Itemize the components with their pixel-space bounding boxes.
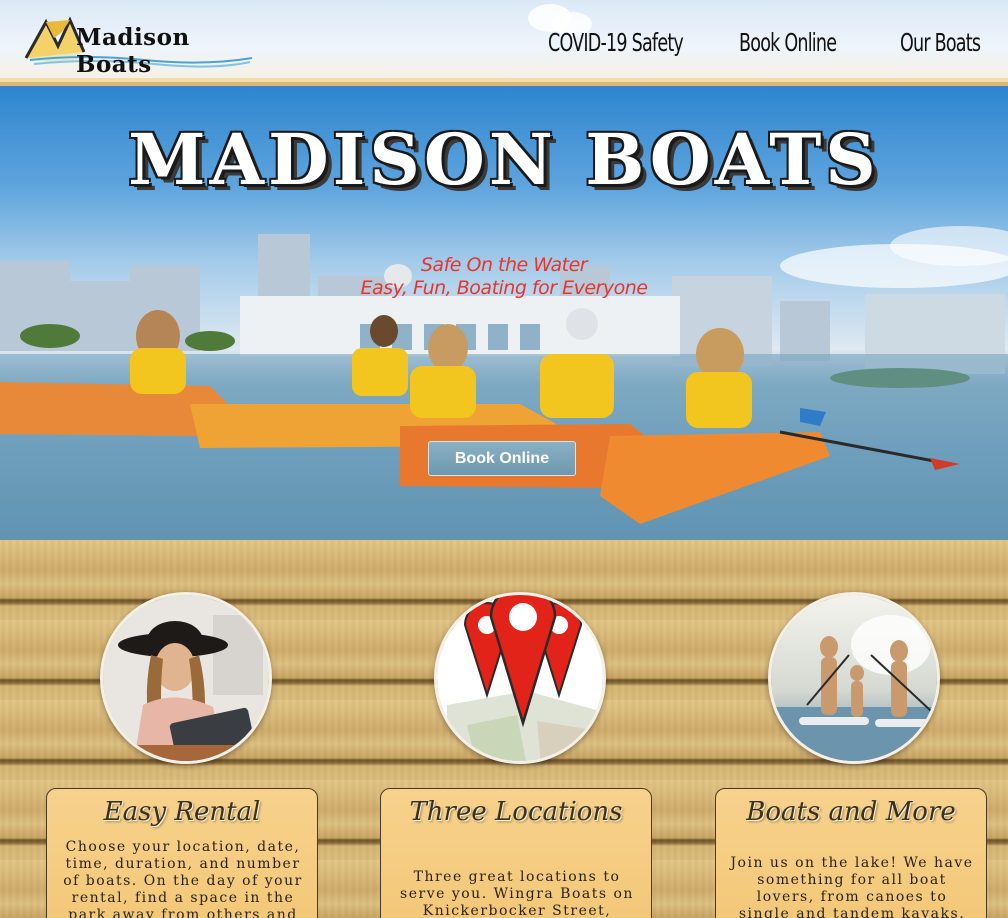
- easy-rental-card: Easy Rental Choose your location, date, …: [46, 788, 318, 918]
- three-locations-text: Three great locations to serve you. Wing…: [400, 869, 634, 918]
- boats-and-more-card: Boats and More Join us on the lake! We h…: [715, 788, 987, 918]
- hero-banner: MADISON BOATS Safe On the Water Easy, Fu…: [0, 86, 1008, 540]
- nav-covid-safety[interactable]: COVID-19 Safety: [548, 28, 684, 57]
- logo-text: Madison Boats: [76, 24, 190, 78]
- nav-our-boats[interactable]: Our Boats: [900, 28, 981, 57]
- location-pin-icon: [437, 595, 603, 761]
- site-logo[interactable]: Madison Boats: [24, 12, 256, 78]
- hero-tagline-1: Safe On the Water: [420, 254, 588, 276]
- easy-rental-title: Easy Rental: [103, 797, 261, 827]
- boats-and-more-text: Join us on the lake! We have something f…: [730, 855, 974, 918]
- book-online-button[interactable]: Book Online: [428, 441, 576, 476]
- easy-rental-text: Choose your location, date, time, durati…: [63, 839, 303, 918]
- hero-tagline-2: Easy, Fun, Boating for Everyone: [360, 277, 648, 299]
- nav-book-online[interactable]: Book Online: [739, 28, 837, 57]
- easy-rental-image: [100, 592, 272, 764]
- site-header: Madison Boats COVID-19 Safety Book Onlin…: [0, 0, 1008, 82]
- features-section: Easy Rental Choose your location, date, …: [0, 540, 1008, 918]
- boats-and-more-image: [768, 592, 940, 764]
- boats-and-more-title: Boats and More: [746, 797, 956, 827]
- hero-title: MADISON BOATS: [128, 118, 880, 201]
- three-locations-title: Three Locations: [409, 797, 623, 827]
- three-locations-card: Three Locations Three great locations to…: [380, 788, 652, 918]
- three-locations-image: [434, 592, 606, 764]
